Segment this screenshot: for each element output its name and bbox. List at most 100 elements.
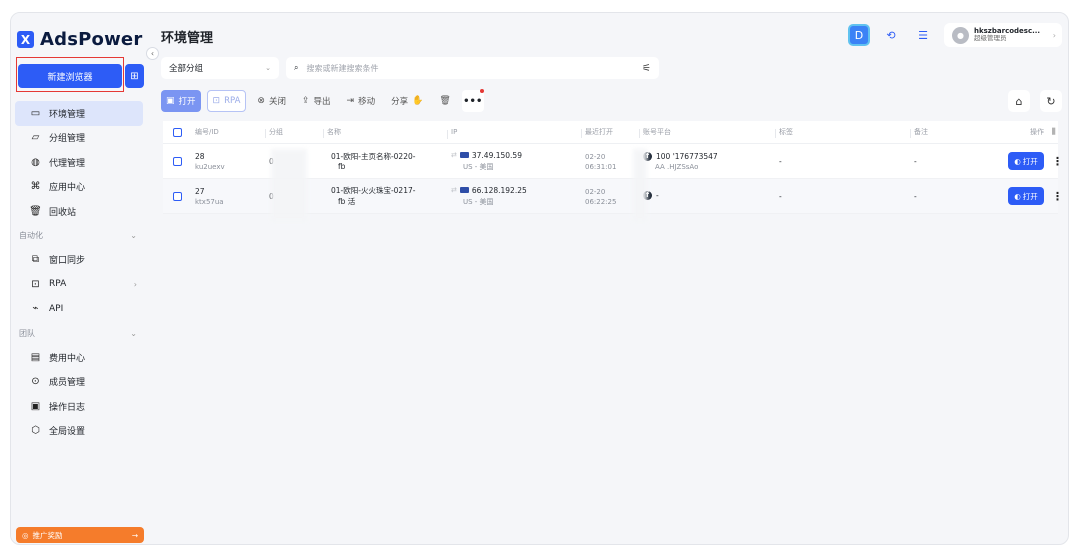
billing-icon: ▤ xyxy=(30,351,41,363)
row-name-line2: fb 活 xyxy=(338,197,356,206)
sidebar-item-label: 环境管理 xyxy=(49,109,86,120)
sidebar-item-window-sync[interactable]: ⧉ 窗口同步 xyxy=(15,248,143,273)
sidebar-item-label: 全局设置 xyxy=(49,427,86,438)
folder-icon: ▱ xyxy=(31,132,40,144)
sidebar-item-label: 回收站 xyxy=(49,207,77,218)
user-menu[interactable]: ● hkszbarcodesc... 超级管理员 › xyxy=(944,23,1062,47)
refresh-circle-icon: ⟲ xyxy=(886,28,896,42)
collapse-sidebar-button[interactable]: ‹ xyxy=(146,47,159,60)
row-note: - xyxy=(914,191,917,201)
row-last-open: 02-20 06:22:25 xyxy=(581,186,639,206)
sidebar-item-label: 应用中心 xyxy=(49,183,86,194)
row-checkbox[interactable] xyxy=(163,156,191,166)
swap-icon: ⇄ xyxy=(451,186,457,194)
export-button[interactable]: ⇪ 导出 xyxy=(297,90,336,112)
row-account-id: - xyxy=(656,190,659,200)
us-flag-icon xyxy=(459,152,469,158)
app-launcher-button[interactable]: D xyxy=(848,24,870,46)
sidebar-item-label: 成员管理 xyxy=(49,378,86,389)
col-group[interactable]: 分组 xyxy=(265,127,323,138)
logo-text: AdsPower xyxy=(40,29,143,50)
row-account: f- xyxy=(639,190,775,202)
section-team[interactable]: 团队 ⌄ xyxy=(15,321,143,345)
browser-icon: ◐ xyxy=(1014,191,1021,201)
row-more-button[interactable]: ⋮ xyxy=(1048,155,1063,168)
sidebar: X AdsPower 新建浏览器 ⊞ ▭ 环境管理 ▱ 分组管理 ◍ 代理管理 … xyxy=(11,13,153,544)
page-title: 环境管理 xyxy=(161,31,214,46)
column-settings-icon[interactable]: ⫼ xyxy=(1048,127,1058,137)
profiles-table: 编号/ID 分组 名称 IP 最近打开 账号平台 标签 备注 操作 ⫼ 28 k… xyxy=(163,121,1063,221)
notification-dot xyxy=(479,89,484,93)
table-header: 编号/ID 分组 名称 IP 最近打开 账号平台 标签 备注 操作 ⫼ xyxy=(163,121,1058,144)
sidebar-item-trash[interactable]: 🗑 回收站 xyxy=(15,199,143,224)
sidebar-item-logs[interactable]: ▣ 操作日志 xyxy=(15,394,143,419)
filter-sliders-icon[interactable]: ⚟ xyxy=(642,63,651,74)
sidebar-item-billing[interactable]: ▤ 费用中心 xyxy=(15,345,143,370)
col-account[interactable]: 账号平台 xyxy=(639,127,775,138)
group-select-value: 全部分组 xyxy=(169,64,204,74)
search-input[interactable] xyxy=(306,63,635,73)
batch-add-button[interactable]: ⊞ xyxy=(125,64,144,88)
row-profile-id: ktx57ua xyxy=(195,197,224,206)
row-number: 27 xyxy=(195,186,205,196)
logo: X AdsPower xyxy=(17,29,142,50)
redaction-mask xyxy=(633,149,647,221)
sidebar-item-groups[interactable]: ▱ 分组管理 xyxy=(15,126,143,151)
sidebar-item-label: RPA xyxy=(49,279,67,290)
sidebar-item-label: 分组管理 xyxy=(49,134,86,145)
sidebar-item-rpa[interactable]: ⊡ RPA › xyxy=(15,272,143,297)
more-actions-button[interactable]: ••• xyxy=(461,89,484,112)
row-more-button[interactable]: ⋮ xyxy=(1048,190,1063,203)
tag-filter-button[interactable]: ⌂ xyxy=(1008,90,1030,112)
close-button[interactable]: ⊗ 关闭 xyxy=(252,90,291,112)
sidebar-item-members[interactable]: ⊙ 成员管理 xyxy=(15,370,143,395)
row-checkbox[interactable] xyxy=(163,191,191,201)
sidebar-item-proxies[interactable]: ◍ 代理管理 xyxy=(15,150,143,175)
move-button[interactable]: ⇥ 移动 xyxy=(342,90,381,112)
sync-status-button[interactable]: ⟲ xyxy=(880,24,902,46)
delete-button[interactable]: 🗑 xyxy=(434,90,455,112)
col-ip[interactable]: IP xyxy=(447,128,581,139)
main-content: 环境管理 D ⟲ ☰ ● hkszbarcodesc... 超级管理员 › 全部… xyxy=(153,13,1068,544)
close-circle-icon: ⊗ xyxy=(257,96,265,106)
sidebar-item-apps[interactable]: ⌘ 应用中心 xyxy=(15,175,143,200)
open-button[interactable]: ▣ 打开 xyxy=(161,90,201,112)
row-ip-address: 66.128.192.25 xyxy=(471,185,527,195)
col-name[interactable]: 名称 xyxy=(323,127,447,138)
col-note[interactable]: 备注 xyxy=(910,127,970,138)
refresh-button[interactable]: ↻ xyxy=(1040,90,1062,112)
app-window: X AdsPower 新建浏览器 ⊞ ▭ 环境管理 ▱ 分组管理 ◍ 代理管理 … xyxy=(10,12,1069,545)
task-list-button[interactable]: ☰ xyxy=(912,24,934,46)
col-op: 操作 xyxy=(1030,128,1044,136)
promo-rewards-button[interactable]: ◎ 推广奖励 → xyxy=(16,527,144,543)
select-all-checkbox[interactable] xyxy=(163,127,191,137)
sidebar-item-label: 费用中心 xyxy=(49,353,86,364)
gift-icon: ◎ xyxy=(22,530,29,540)
share-button[interactable]: 分享 ✋ xyxy=(386,90,428,112)
sidebar-item-api[interactable]: ⌁ API xyxy=(15,297,143,322)
members-icon: ⊙ xyxy=(31,376,40,388)
share-label: 分享 xyxy=(391,97,409,107)
col-id[interactable]: 编号/ID xyxy=(191,127,265,137)
rpa-button[interactable]: ⊡ RPA xyxy=(206,90,247,112)
group-select[interactable]: 全部分组 ⌄ xyxy=(161,57,279,79)
open-label: 打开 xyxy=(178,97,196,107)
row-open-label: 打开 xyxy=(1022,191,1038,201)
sidebar-item-environments[interactable]: ▭ 环境管理 xyxy=(15,101,143,126)
browser-icon: ◐ xyxy=(1014,156,1021,166)
toolbar: ▣ 打开 ⊡ RPA ⊗ 关闭 ⇪ 导出 ⇥ 移动 分享 ✋ 🗑 ••• xyxy=(161,89,484,113)
col-last-open[interactable]: 最近打开 xyxy=(581,127,639,138)
section-automation[interactable]: 自动化 ⌄ xyxy=(15,224,143,248)
row-profile-id: ku2uexv xyxy=(195,162,225,171)
new-browser-button[interactable]: 新建浏览器 xyxy=(18,64,122,88)
chevron-down-icon: ⌄ xyxy=(130,231,137,240)
section-label: 团队 xyxy=(19,328,35,338)
row-open-button[interactable]: ◐ 打开 xyxy=(1008,152,1044,170)
col-tag[interactable]: 标签 xyxy=(775,127,910,138)
rpa-icon: ⊡ xyxy=(31,278,40,290)
redaction-mask xyxy=(271,149,307,221)
row-open-button[interactable]: ◐ 打开 xyxy=(1008,187,1044,205)
chevron-left-icon: ‹ xyxy=(150,49,155,58)
sidebar-item-settings[interactable]: ⬡ 全局设置 xyxy=(15,419,143,444)
handshake-icon: ✋ xyxy=(412,96,424,106)
